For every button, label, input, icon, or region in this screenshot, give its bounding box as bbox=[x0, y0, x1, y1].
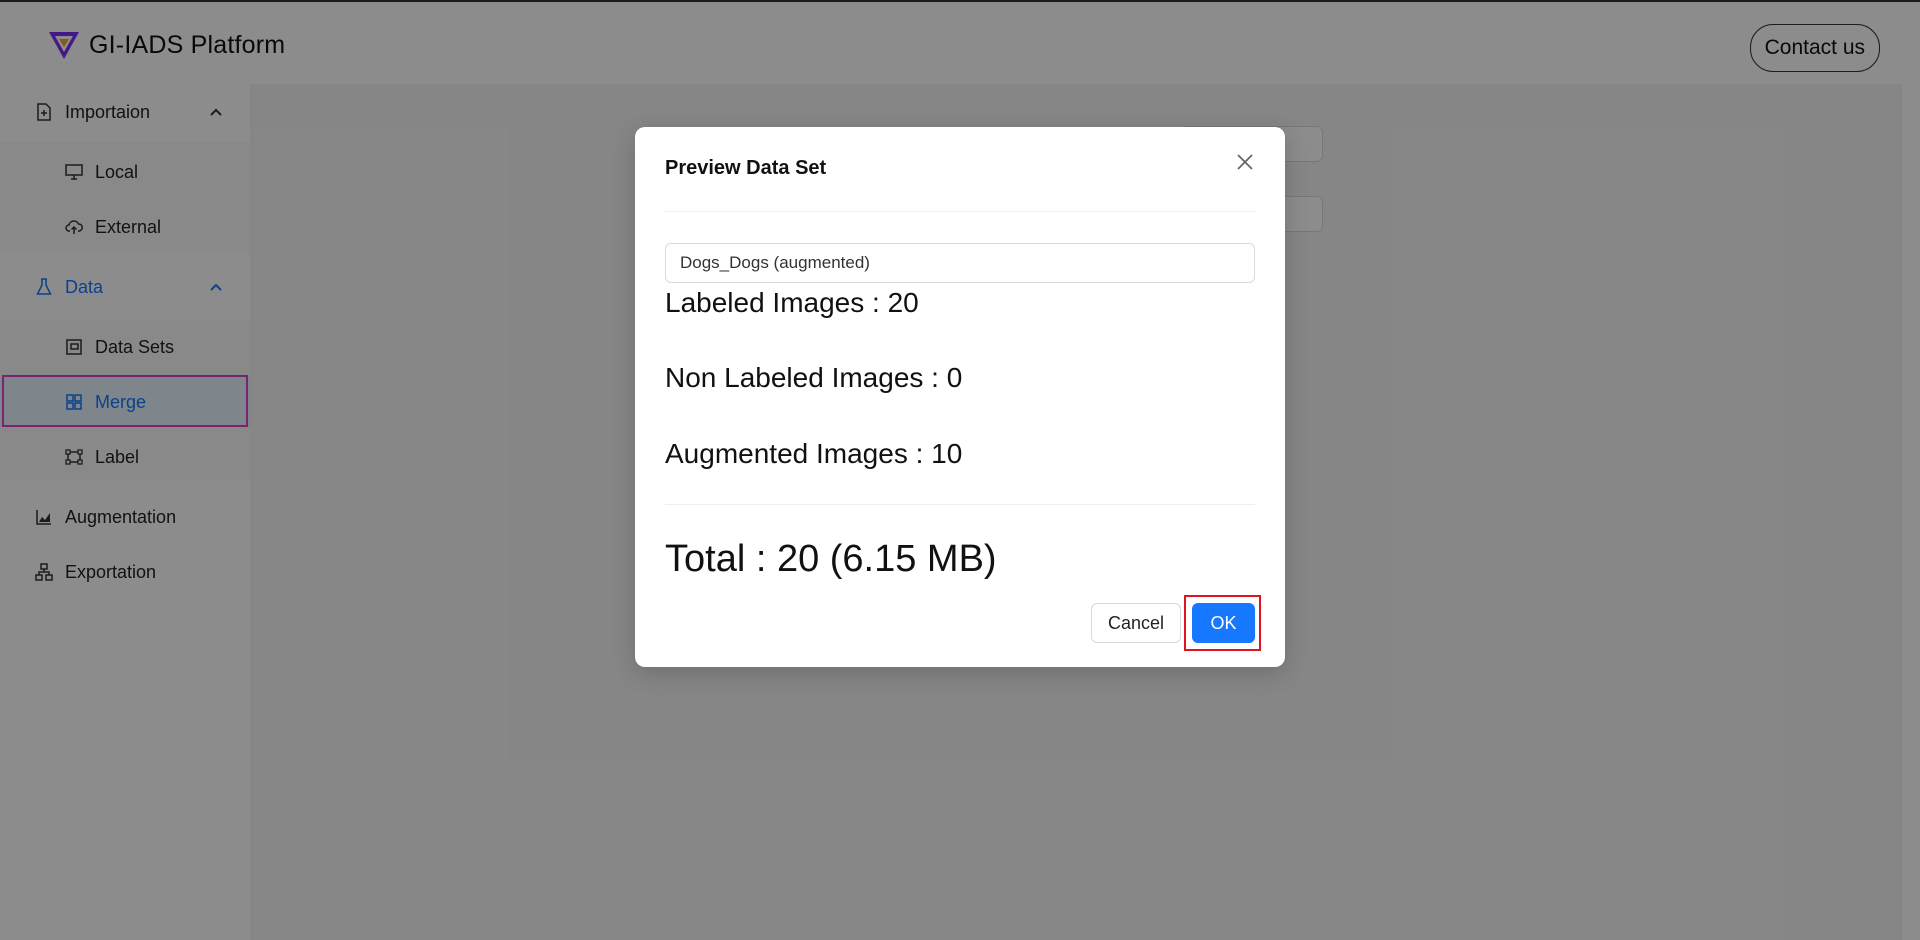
modal-title: Preview Data Set bbox=[665, 157, 827, 179]
close-icon[interactable] bbox=[1234, 151, 1256, 173]
cancel-button[interactable]: Cancel bbox=[1091, 603, 1181, 643]
ok-button[interactable]: OK bbox=[1192, 603, 1255, 643]
augmented-images-count: Augmented Images : 10 bbox=[665, 438, 963, 469]
preview-dataset-modal: Preview Data Set Dogs_Dogs (augmented) L… bbox=[635, 127, 1285, 667]
modal-header-divider bbox=[665, 211, 1255, 212]
total-summary: Total : 20 (6.15 MB) bbox=[665, 538, 997, 580]
labeled-images-count: Labeled Images : 20 bbox=[665, 287, 919, 318]
non-labeled-images-count: Non Labeled Images : 0 bbox=[665, 362, 963, 393]
dataset-name-field[interactable]: Dogs_Dogs (augmented) bbox=[665, 243, 1255, 283]
modal-stats-divider bbox=[665, 504, 1255, 505]
